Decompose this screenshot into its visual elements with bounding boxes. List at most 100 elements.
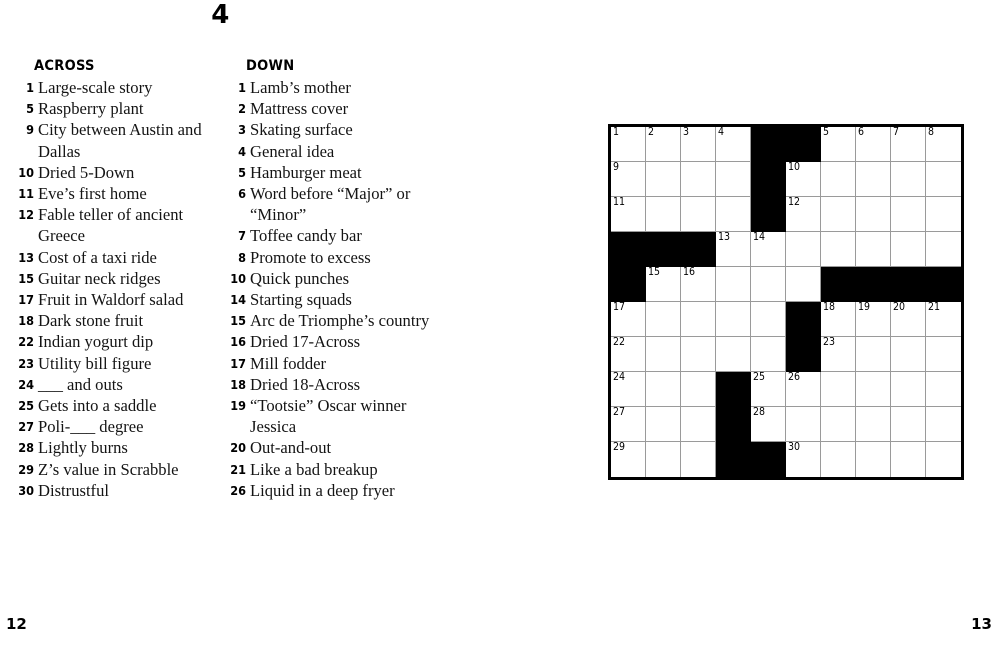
grid-cell[interactable] — [716, 302, 751, 337]
grid-cell[interactable]: 22 — [611, 336, 646, 372]
grid-cell[interactable]: 24 — [611, 371, 646, 407]
grid-cell[interactable] — [646, 442, 681, 477]
grid-cell[interactable] — [681, 372, 716, 407]
grid-cell[interactable]: 3 — [681, 126, 716, 162]
clue-item[interactable]: 1 Lamb’s mother — [230, 77, 445, 98]
clue-item[interactable]: 4 General idea — [230, 141, 445, 162]
grid-cell[interactable] — [786, 267, 821, 302]
grid-cell[interactable] — [681, 197, 716, 232]
grid-cell[interactable] — [891, 232, 926, 267]
grid-cell[interactable] — [926, 162, 961, 197]
grid-cell[interactable]: 20 — [891, 301, 926, 337]
grid-cell[interactable] — [926, 197, 961, 232]
grid-cell[interactable] — [681, 302, 716, 337]
grid-cell[interactable] — [646, 372, 681, 407]
clue-item[interactable]: 19 “Tootsie” Oscar winner Jessica — [230, 395, 445, 437]
grid-cell[interactable]: 9 — [611, 161, 646, 197]
grid-cell[interactable] — [821, 162, 856, 197]
grid-cell[interactable] — [856, 442, 891, 477]
grid-cell[interactable]: 7 — [891, 126, 926, 162]
grid-cell[interactable] — [751, 267, 786, 302]
grid-cell[interactable]: 6 — [856, 126, 891, 162]
grid-cell[interactable]: 19 — [856, 301, 891, 337]
grid-cell[interactable] — [716, 197, 751, 232]
grid-cell[interactable] — [681, 407, 716, 442]
grid-cell[interactable] — [926, 407, 961, 442]
clue-item[interactable]: 5 Hamburger meat — [230, 162, 445, 183]
grid-cell[interactable]: 4 — [716, 126, 751, 162]
grid-cell[interactable]: 5 — [821, 126, 856, 162]
grid-cell[interactable] — [856, 232, 891, 267]
grid-cell[interactable]: 14 — [751, 231, 786, 267]
grid-cell[interactable] — [891, 197, 926, 232]
grid-cell[interactable]: 8 — [926, 126, 961, 162]
grid-cell[interactable]: 25 — [751, 371, 786, 407]
grid-cell[interactable] — [751, 302, 786, 337]
grid-cell[interactable] — [891, 372, 926, 407]
clue-item[interactable]: 15 Arc de Triomphe’s country — [230, 310, 445, 331]
clue-item[interactable]: 15 Guitar neck ridges — [18, 268, 233, 289]
grid-cell[interactable]: 27 — [611, 406, 646, 442]
grid-cell[interactable] — [716, 337, 751, 372]
grid-cell[interactable] — [856, 162, 891, 197]
grid-cell[interactable] — [926, 232, 961, 267]
grid-cell[interactable] — [926, 442, 961, 477]
clue-item[interactable]: 10 Dried 5-Down — [18, 162, 233, 183]
clue-item[interactable]: 10 Quick punches — [230, 268, 445, 289]
grid-cell[interactable] — [681, 442, 716, 477]
clue-item[interactable]: 17 Mill fodder — [230, 353, 445, 374]
clue-item[interactable]: 24 ___ and outs — [18, 374, 233, 395]
grid-cell[interactable] — [786, 232, 821, 267]
clue-item[interactable]: 16 Dried 17-Across — [230, 331, 445, 352]
grid-cell[interactable] — [681, 337, 716, 372]
grid-cell[interactable]: 18 — [821, 301, 856, 337]
grid-cell[interactable] — [716, 267, 751, 302]
grid-cell[interactable] — [891, 442, 926, 477]
clue-item[interactable]: 23 Utility bill figure — [18, 353, 233, 374]
clue-item[interactable]: 13 Cost of a taxi ride — [18, 247, 233, 268]
grid-cell[interactable] — [926, 337, 961, 372]
clue-item[interactable]: 17 Fruit in Waldorf salad — [18, 289, 233, 310]
clue-item[interactable]: 11 Eve’s first home — [18, 183, 233, 204]
grid-cell[interactable]: 28 — [751, 406, 786, 442]
grid-cell[interactable]: 29 — [611, 441, 646, 477]
clue-item[interactable]: 2 Mattress cover — [230, 98, 445, 119]
grid-cell[interactable] — [821, 442, 856, 477]
clue-item[interactable]: 18 Dried 18-Across — [230, 374, 445, 395]
grid-cell[interactable] — [856, 197, 891, 232]
crossword-grid[interactable]: 1 2 3 4 5 6 7 8 9 10 11 12 13 14 15 16 17 18 19 20 21 22 23 24 2… — [608, 124, 964, 480]
grid-cell[interactable] — [646, 302, 681, 337]
grid-cell[interactable]: 13 — [716, 231, 751, 267]
clue-item[interactable]: 7 Toffee candy bar — [230, 225, 445, 246]
clue-item[interactable]: 25 Gets into a saddle — [18, 395, 233, 416]
grid-cell[interactable]: 11 — [611, 196, 646, 232]
clue-item[interactable]: 18 Dark stone fruit — [18, 310, 233, 331]
clue-item[interactable]: 26 Liquid in a deep fryer — [230, 480, 445, 501]
grid-cell[interactable]: 21 — [926, 301, 961, 337]
grid-cell[interactable] — [646, 197, 681, 232]
grid-cell[interactable] — [646, 162, 681, 197]
clue-item[interactable]: 1 Large-scale story — [18, 77, 233, 98]
clue-item[interactable]: 3 Skating surface — [230, 119, 445, 140]
grid-cell[interactable] — [716, 162, 751, 197]
clue-item[interactable]: 27 Poli-___ degree — [18, 416, 233, 437]
grid-cell[interactable] — [786, 407, 821, 442]
grid-cell[interactable] — [856, 407, 891, 442]
grid-cell[interactable] — [856, 337, 891, 372]
grid-cell[interactable] — [681, 162, 716, 197]
clue-item[interactable]: 8 Promote to excess — [230, 247, 445, 268]
grid-cell[interactable] — [856, 372, 891, 407]
grid-cell[interactable]: 1 — [611, 126, 646, 162]
clue-item[interactable]: 5 Raspberry plant — [18, 98, 233, 119]
clue-item[interactable]: 30 Distrustful — [18, 480, 233, 501]
grid-cell[interactable] — [891, 162, 926, 197]
clue-item[interactable]: 29 Z’s value in Scrabble — [18, 459, 233, 480]
grid-cell[interactable] — [751, 337, 786, 372]
grid-cell[interactable] — [821, 372, 856, 407]
grid-cell[interactable]: 23 — [821, 336, 856, 372]
grid-cell[interactable] — [926, 372, 961, 407]
grid-cell[interactable]: 26 — [786, 371, 821, 407]
grid-cell[interactable]: 2 — [646, 126, 681, 162]
clue-item[interactable]: 14 Starting squads — [230, 289, 445, 310]
clue-item[interactable]: 21 Like a bad breakup — [230, 459, 445, 480]
